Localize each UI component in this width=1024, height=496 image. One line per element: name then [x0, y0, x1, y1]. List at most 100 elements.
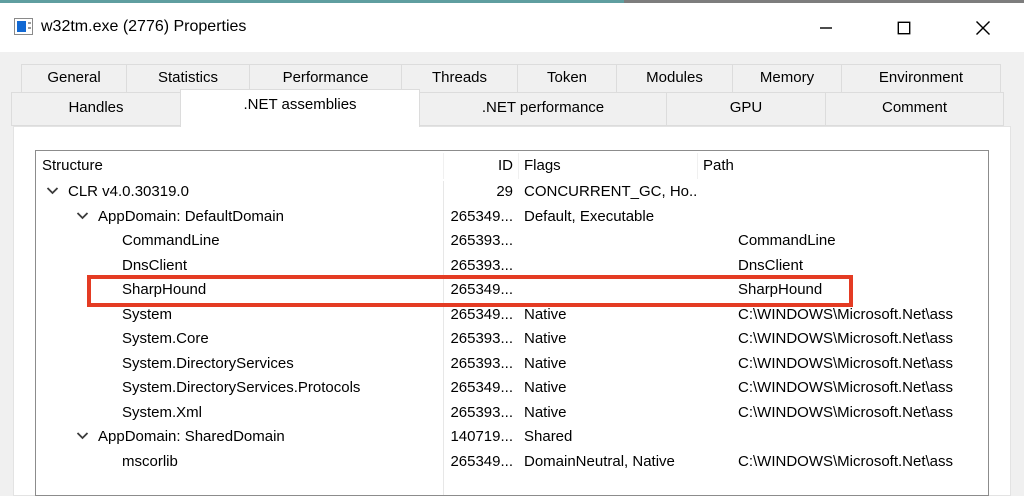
path-cell [697, 181, 988, 206]
path-cell: C:\WINDOWS\Microsoft.Net\ass [697, 451, 988, 476]
tab-row-1: GeneralStatisticsPerformanceThreadsToken… [22, 64, 1001, 93]
tab-row-2: Handles.NET assemblies.NET performanceGP… [12, 92, 1004, 126]
structure-cell: AppDomain: DefaultDomain [36, 206, 443, 231]
expander-chevron-icon[interactable] [76, 208, 98, 225]
assembly-row-system-core[interactable]: System.Core265393...NativeC:\WINDOWS\Mic… [36, 328, 988, 353]
structure-label: System.Xml [122, 404, 202, 421]
flags-cell: Shared [518, 426, 697, 451]
structure-label: AppDomain: DefaultDomain [98, 208, 284, 225]
flags-cell [518, 255, 697, 280]
structure-cell: System.DirectoryServices.Protocols [36, 377, 443, 402]
assembly-row-system-xml[interactable]: System.Xml 265393...NativeC:\WINDOWS\Micr… [36, 402, 988, 427]
assembly-row-mscorlib[interactable]: mscorlib 265349...DomainNeutral, NativeC:… [36, 451, 988, 476]
flags-cell [518, 279, 697, 304]
path-cell: C:\WINDOWS\Microsoft.Net\ass [697, 353, 988, 378]
path-cell: C:\WINDOWS\Microsoft.Net\ass [697, 402, 988, 427]
tab-token[interactable]: Token [517, 64, 617, 93]
id-cell: 265349... [443, 304, 518, 329]
id-cell: 265393... [443, 328, 518, 353]
structure-label: SharpHound [122, 281, 206, 298]
assembly-row-sharphound[interactable]: SharpHound 265349... SharpHound [36, 279, 988, 304]
flags-cell: Native [518, 402, 697, 427]
title-bar: w32tm.exe (2776) Properties [0, 3, 1024, 52]
application-icon [14, 18, 33, 35]
tab-modules[interactable]: Modules [616, 64, 733, 93]
id-cell: 265349... [443, 279, 518, 304]
path-cell: DnsClient [697, 255, 988, 280]
flags-cell [518, 230, 697, 255]
structure-cell: SharpHound [36, 279, 443, 304]
path-cell [697, 206, 988, 231]
assembly-row-appdomain-defaultdomain[interactable]: AppDomain: DefaultDomain265349...Default… [36, 206, 988, 231]
assembly-row-system-directoryservices-protocols[interactable]: System.DirectoryServices.Protocols 265349… [36, 377, 988, 402]
structure-cell: System [36, 304, 443, 329]
flags-cell: Native [518, 353, 697, 378]
structure-label: mscorlib [122, 453, 178, 470]
flags-cell: Native [518, 328, 697, 353]
structure-label: System.DirectoryServices [122, 355, 294, 372]
structure-cell: System.Core [36, 328, 443, 353]
id-cell: 265393... [443, 402, 518, 427]
structure-cell: System.DirectoryServices [36, 353, 443, 378]
list-rows: CLR v4.0.30319.0 29CONCURRENT_GC, Ho... Ap… [36, 181, 988, 475]
path-cell: CommandLine [697, 230, 988, 255]
assembly-row-commandline[interactable]: CommandLine 265393... CommandLine [36, 230, 988, 255]
column-header-id[interactable]: ID [443, 151, 518, 181]
tab-net-assemblies[interactable]: .NET assemblies [180, 89, 420, 127]
flags-cell: Native [518, 377, 697, 402]
id-cell: 265349... [443, 206, 518, 231]
structure-cell: mscorlib [36, 451, 443, 476]
list-header: StructureIDFlagsPath [36, 151, 988, 181]
flags-cell: CONCURRENT_GC, Ho... [518, 181, 697, 206]
structure-label: CommandLine [122, 232, 220, 249]
assemblies-list[interactable]: StructureIDFlagsPath CLR v4.0.30319.029C… [35, 150, 989, 496]
id-cell: 140719... [443, 426, 518, 451]
tab-environment[interactable]: Environment [841, 64, 1001, 93]
structure-label: CLR v4.0.30319.0 [68, 183, 189, 200]
tab-gpu[interactable]: GPU [666, 92, 826, 126]
assembly-row-system-directoryservices[interactable]: System.DirectoryServices265393...NativeC… [36, 353, 988, 378]
window-title: w32tm.exe (2776) Properties [41, 18, 246, 36]
header-separator [518, 153, 519, 179]
id-cell: 265349... [443, 451, 518, 476]
header-separator [697, 153, 698, 179]
id-cell: 29 [443, 181, 518, 206]
path-cell: SharpHound [697, 279, 988, 304]
structure-cell: CommandLine [36, 230, 443, 255]
minimize-icon [820, 22, 832, 34]
structure-cell: CLR v4.0.30319.0 [36, 181, 443, 206]
id-cell: 265349... [443, 377, 518, 402]
minimize-button[interactable] [803, 11, 849, 45]
path-cell: C:\WINDOWS\Microsoft.Net\ass [697, 328, 988, 353]
id-cell: 265393... [443, 255, 518, 280]
header-separator [443, 153, 444, 179]
maximize-button[interactable] [881, 11, 927, 45]
path-cell: C:\WINDOWS\Microsoft.Net\ass [697, 304, 988, 329]
structure-label: System [122, 306, 172, 323]
flags-cell: DomainNeutral, Native [518, 451, 697, 476]
path-cell: C:\WINDOWS\Microsoft.Net\ass [697, 377, 988, 402]
structure-label: System.DirectoryServices.Protocols [122, 379, 360, 396]
assembly-row-system[interactable]: System265349...NativeC:\WINDOWS\Microsof… [36, 304, 988, 329]
tab-net-performance[interactable]: .NET performance [419, 92, 667, 126]
tab-general[interactable]: General [21, 64, 127, 93]
tab-memory[interactable]: Memory [732, 64, 842, 93]
assembly-row-dnsclient[interactable]: DnsClient 265393... DnsClient [36, 255, 988, 280]
close-icon [976, 21, 990, 35]
close-button[interactable] [960, 11, 1006, 45]
structure-cell: DnsClient [36, 255, 443, 280]
tab-handles[interactable]: Handles [11, 92, 181, 126]
assembly-row-appdomain-shareddomain[interactable]: AppDomain: SharedDomain140719...Shared [36, 426, 988, 451]
structure-label: DnsClient [122, 257, 187, 274]
expander-chevron-icon[interactable] [46, 183, 68, 200]
column-header-path[interactable]: Path [697, 151, 988, 181]
path-cell [697, 426, 988, 451]
tab-comment[interactable]: Comment [825, 92, 1004, 126]
assembly-row-clr-v4-0-30319-0[interactable]: CLR v4.0.30319.0 29CONCURRENT_GC, Ho... [36, 181, 988, 206]
expander-chevron-icon[interactable] [76, 428, 98, 445]
structure-cell: AppDomain: SharedDomain [36, 426, 443, 451]
column-header-flags[interactable]: Flags [518, 151, 697, 181]
id-cell: 265393... [443, 230, 518, 255]
column-header-structure[interactable]: Structure [36, 151, 443, 181]
structure-cell: System.Xml [36, 402, 443, 427]
